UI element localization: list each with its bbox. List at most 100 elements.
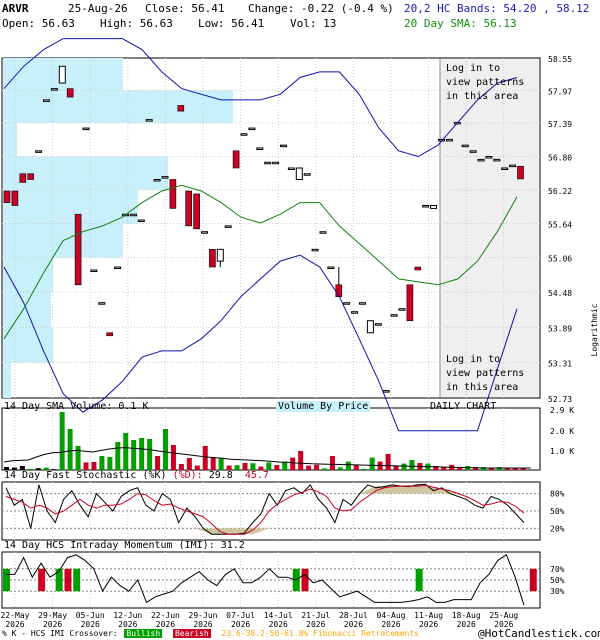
x-label-year: 2026 [193,620,212,629]
x-label-date: 11-Aug [414,611,443,620]
volume-bar [393,466,399,470]
candle-body [137,219,145,223]
volume-bar [290,457,296,470]
volume-bar [361,468,367,470]
imi-crossover-bar [529,568,537,592]
footer-bullish: Bullish [124,629,163,638]
volume-bar [298,451,304,470]
volume-bar [274,465,280,470]
volume-tick-label: 1.0 K [550,447,574,456]
candle-body [11,190,19,206]
candle-body [351,311,359,314]
x-label-year: 2026 [381,620,400,629]
candle-body [209,249,216,268]
volume-bar [314,464,320,470]
footer-copyright: @HotCandlestick.com [478,627,600,640]
volume-bar [139,438,145,470]
pattern-note-top: view patterns [446,77,524,88]
volume-bar [409,460,415,470]
volume-bar [163,429,168,470]
candle-body [74,213,82,286]
candle-body [272,161,280,165]
imi-title: 14 Day HCS Intraday Momentum (IMI): 31.2 [4,540,245,551]
candle-body [185,190,192,227]
price-tick-label: 56.22 [548,187,572,196]
candle-body [248,127,256,131]
price-tick-label: 55.06 [548,255,572,264]
x-label-date: 04-Aug [377,611,406,620]
candle-body [114,266,122,270]
volume-bar [353,465,359,470]
volume-bar [322,468,327,470]
candle-body [82,127,90,131]
price-tick-label: 53.89 [548,324,572,333]
stoch-tick-label: 20% [550,524,565,533]
x-label-date: 14-Jul [264,611,293,620]
x-label-year: 2026 [231,620,250,629]
x-label-year: 2026 [43,620,62,629]
candle-body [19,173,27,183]
candle-body [295,167,303,180]
volume-bar [242,463,248,470]
volume-bar [345,461,351,470]
volume-bar [250,463,256,470]
candle-body [469,150,477,153]
imi-crossover-bar [3,568,10,592]
price-tick-label: 53.31 [548,359,572,368]
candle-body [66,88,74,98]
x-label-date: 25-Aug [489,611,518,620]
price-tick-label: 57.97 [548,87,572,96]
volume-bar [107,457,113,470]
price-tick-label: 58.55 [548,55,572,64]
candle-body [256,147,264,150]
volume-title: 14 Day SMA Volume: 0.1 K [4,401,149,412]
price-tick-label: 52.73 [548,395,572,404]
volume-bar [202,446,208,470]
imi-crossover-bar [38,568,46,592]
candle-body [58,65,66,84]
vbp-bar [3,156,168,190]
candle-body [398,308,406,311]
candle-body [193,193,200,230]
candle-body [50,88,58,91]
candle-body [477,158,485,162]
volume-panel-frame [1,407,541,471]
x-label-year: 2026 [81,620,100,629]
vbp-bar [3,189,138,224]
candle-body [327,266,335,270]
price-tick-label: 56.80 [548,154,572,163]
x-label-date: 29-Jun [189,611,218,620]
candle-body [27,173,35,180]
candle-body [264,161,272,165]
candle-body [240,133,248,136]
stoch-d-value: 45.7 [244,470,269,481]
imi-crossover-bar [73,568,81,592]
candle-body [445,138,453,142]
pattern-shade [440,59,539,397]
volume-bar [369,457,375,470]
volume-bar [115,442,121,470]
volume-bar [401,463,407,470]
volume-bar [282,461,288,470]
pattern-note-top: in this area [446,91,518,102]
candle-body [517,165,524,180]
candle-body [177,105,185,112]
vbp-bar [3,327,53,363]
candle-body [169,179,177,209]
x-label-year: 2026 [118,620,137,629]
candle-body [35,150,43,153]
volume-bar [186,458,192,470]
imi-tick-label: 30% [550,587,565,596]
stoch-title: 14 Day Fast Stochastic (%K) (%D): 29.8 4… [4,470,269,481]
volume-bar [457,468,463,470]
volume-bar [123,433,129,470]
pattern-note-bottom: in this area [446,382,518,393]
candle-body [430,205,438,209]
vbp-bar [3,362,11,398]
volume-bar [210,457,216,470]
candle-body [406,284,414,322]
candle-body [501,167,509,170]
imi-tick-label: 50% [550,576,565,585]
scale-label: Logarithmic [590,303,599,356]
candle-body [201,231,208,234]
